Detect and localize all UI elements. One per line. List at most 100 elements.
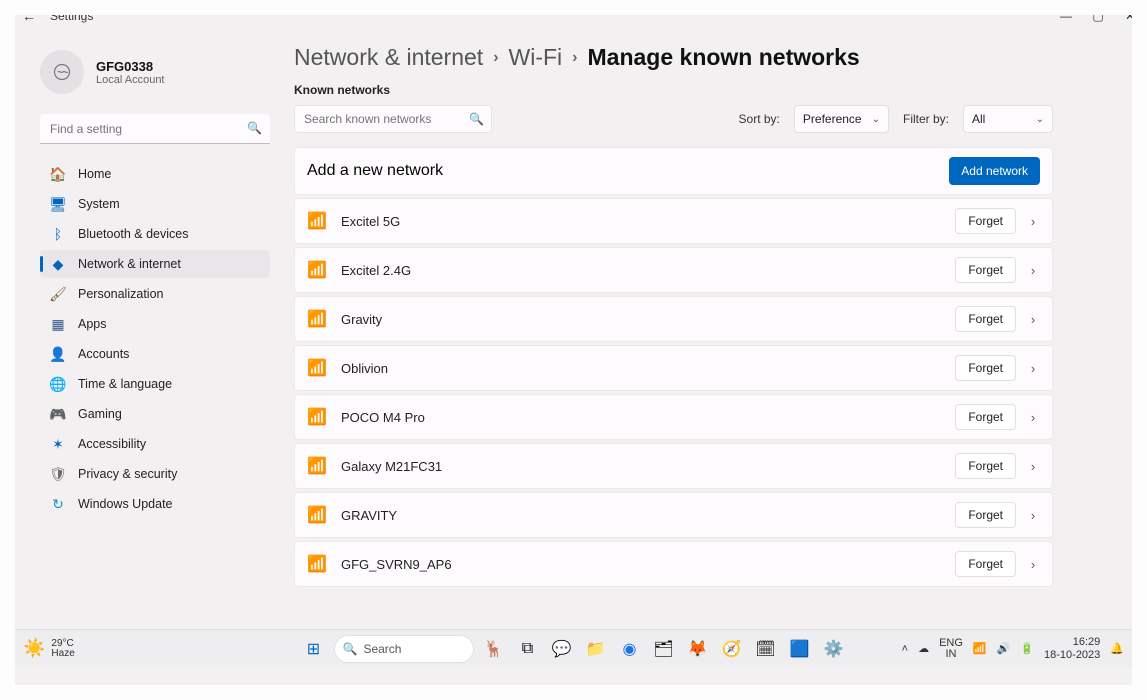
- onedrive-icon[interactable]: ☁: [918, 642, 929, 655]
- wifi-tray-icon[interactable]: 📶: [973, 642, 987, 655]
- task-view-icon[interactable]: ⧉: [514, 635, 542, 663]
- chevron-right-icon[interactable]: ›: [1026, 361, 1040, 376]
- sidebar-item-personalization[interactable]: 🖌Personalization: [40, 280, 270, 308]
- chevron-right-icon: ›: [493, 49, 498, 67]
- chevron-down-icon: ⌄: [1036, 114, 1044, 125]
- forget-button[interactable]: Forget: [955, 453, 1016, 479]
- forget-button[interactable]: Forget: [955, 257, 1016, 283]
- chevron-right-icon[interactable]: ›: [1026, 557, 1040, 572]
- edge-icon[interactable]: ◉: [616, 635, 644, 663]
- app-icon[interactable]: 🟦: [786, 635, 814, 663]
- network-row[interactable]: 📶GravityForget›: [294, 296, 1053, 342]
- chevron-right-icon[interactable]: ›: [1026, 263, 1040, 278]
- taskbar-app-icon[interactable]: 🦌: [480, 635, 508, 663]
- chevron-right-icon: ›: [572, 49, 577, 67]
- sort-by-value: Preference: [803, 112, 862, 126]
- section-label: Known networks: [294, 83, 1053, 97]
- forget-button[interactable]: Forget: [955, 502, 1016, 528]
- firefox-icon[interactable]: 🦊: [684, 635, 712, 663]
- taskbar-weather[interactable]: ☀️ 29°C Haze: [23, 638, 75, 659]
- forget-button[interactable]: Forget: [955, 306, 1016, 332]
- taskbar-center: ⊞ 🔍 Search 🦌 ⧉ 💬 📁 ◉ 🗂 🦊 🧭 🗓 🟦 ⚙️: [300, 635, 848, 663]
- notifications-icon[interactable]: 🔔: [1110, 642, 1124, 655]
- filter-by-select[interactable]: All ⌄: [963, 105, 1053, 133]
- network-row[interactable]: 📶POCO M4 ProForget›: [294, 394, 1053, 440]
- filter-by-label: Filter by:: [903, 112, 949, 126]
- breadcrumb-mid[interactable]: Wi-Fi: [509, 44, 563, 71]
- file-explorer-icon[interactable]: 📁: [582, 635, 610, 663]
- taskbar-time: 16:29: [1073, 636, 1101, 648]
- sidebar-item-time[interactable]: 🌐Time & language: [40, 370, 270, 398]
- app-icon[interactable]: 🗓: [752, 635, 780, 663]
- filter-by-value: All: [972, 112, 985, 126]
- forget-button[interactable]: Forget: [955, 208, 1016, 234]
- settings-icon[interactable]: ⚙️: [820, 635, 848, 663]
- start-button[interactable]: ⊞: [300, 635, 328, 663]
- personalization-icon: 🖌: [50, 286, 66, 302]
- network-row[interactable]: 📶Galaxy M21FC31Forget›: [294, 443, 1053, 489]
- chevron-right-icon[interactable]: ›: [1026, 459, 1040, 474]
- battery-tray-icon[interactable]: 🔋: [1020, 642, 1034, 655]
- forget-button[interactable]: Forget: [955, 551, 1016, 577]
- find-setting-search[interactable]: 🔍: [40, 114, 270, 144]
- search-networks[interactable]: 🔍: [294, 105, 492, 133]
- sidebar-item-bluetooth[interactable]: ᛒBluetooth & devices: [40, 220, 270, 248]
- add-network-row: Add a new network Add network: [294, 147, 1053, 195]
- forget-button[interactable]: Forget: [955, 355, 1016, 381]
- tray-chevron-icon[interactable]: ˄: [902, 643, 908, 655]
- taskbar-clock[interactable]: 16:29 18-10-2023: [1044, 636, 1100, 660]
- update-icon: ↻: [50, 496, 66, 512]
- bluetooth-icon: ᛒ: [50, 226, 66, 242]
- sidebar-item-label: Accounts: [78, 347, 129, 361]
- search-icon: 🔍: [469, 112, 484, 126]
- breadcrumb-root[interactable]: Network & internet: [294, 44, 483, 71]
- minimize-button[interactable]: —: [1059, 9, 1073, 23]
- sidebar-item-label: Home: [78, 167, 111, 181]
- breadcrumb-current: Manage known networks: [588, 44, 860, 71]
- chat-icon[interactable]: 💬: [548, 635, 576, 663]
- profile-block[interactable]: GFG0338 Local Account: [40, 50, 270, 94]
- apps-icon: ▦: [50, 316, 66, 332]
- breadcrumb: Network & internet › Wi-Fi › Manage know…: [294, 44, 1053, 71]
- app-icon[interactable]: 🧭: [718, 635, 746, 663]
- close-button[interactable]: ✕: [1123, 9, 1137, 23]
- sidebar-item-update[interactable]: ↻Windows Update: [40, 490, 270, 518]
- network-row[interactable]: 📶OblivionForget›: [294, 345, 1053, 391]
- sidebar-item-accounts[interactable]: 👤Accounts: [40, 340, 270, 368]
- network-row[interactable]: 📶Excitel 5GForget›: [294, 198, 1053, 244]
- chevron-right-icon[interactable]: ›: [1026, 214, 1040, 229]
- taskbar-search[interactable]: 🔍 Search: [334, 635, 474, 663]
- chevron-right-icon[interactable]: ›: [1026, 312, 1040, 327]
- sidebar-item-network[interactable]: ◆Network & internet: [40, 250, 270, 278]
- wifi-icon: 📶: [307, 260, 323, 280]
- sidebar-item-privacy[interactable]: 🛡Privacy & security: [40, 460, 270, 488]
- back-button[interactable]: ←: [22, 8, 36, 24]
- forget-button[interactable]: Forget: [955, 404, 1016, 430]
- add-network-label: Add a new network: [307, 162, 443, 180]
- sidebar-item-apps[interactable]: ▦Apps: [40, 310, 270, 338]
- accessibility-icon: ✶: [50, 436, 66, 452]
- wifi-icon: 📶: [307, 407, 323, 427]
- sidebar-item-home[interactable]: 🏠Home: [40, 160, 270, 188]
- network-row[interactable]: 📶 Excitel 2.4GForget ›: [294, 247, 1053, 293]
- add-network-button[interactable]: Add network: [949, 157, 1040, 185]
- sidebar-item-accessibility[interactable]: ✶Accessibility: [40, 430, 270, 458]
- find-setting-input[interactable]: [40, 114, 270, 144]
- network-row[interactable]: 📶GFG_SVRN9_AP6Forget›: [294, 541, 1053, 587]
- search-icon: 🔍: [343, 642, 358, 656]
- chevron-right-icon[interactable]: ›: [1026, 410, 1040, 425]
- network-name: Excitel 2.4G: [341, 263, 955, 278]
- search-networks-input[interactable]: [294, 105, 492, 133]
- app-icon[interactable]: 🗂: [650, 635, 678, 663]
- volume-tray-icon[interactable]: 🔊: [997, 642, 1011, 655]
- network-row[interactable]: 📶GRAVITYForget›: [294, 492, 1053, 538]
- network-name: Gravity: [341, 312, 955, 327]
- sort-by-select[interactable]: Preference ⌄: [794, 105, 889, 133]
- search-icon: 🔍: [247, 121, 262, 135]
- taskbar-search-label: Search: [363, 642, 401, 656]
- lang-indicator-1[interactable]: ENG: [939, 638, 963, 649]
- sidebar-item-system[interactable]: 🖥System: [40, 190, 270, 218]
- maximize-button[interactable]: ▢: [1091, 9, 1105, 23]
- chevron-right-icon[interactable]: ›: [1026, 508, 1040, 523]
- sidebar-item-gaming[interactable]: 🎮Gaming: [40, 400, 270, 428]
